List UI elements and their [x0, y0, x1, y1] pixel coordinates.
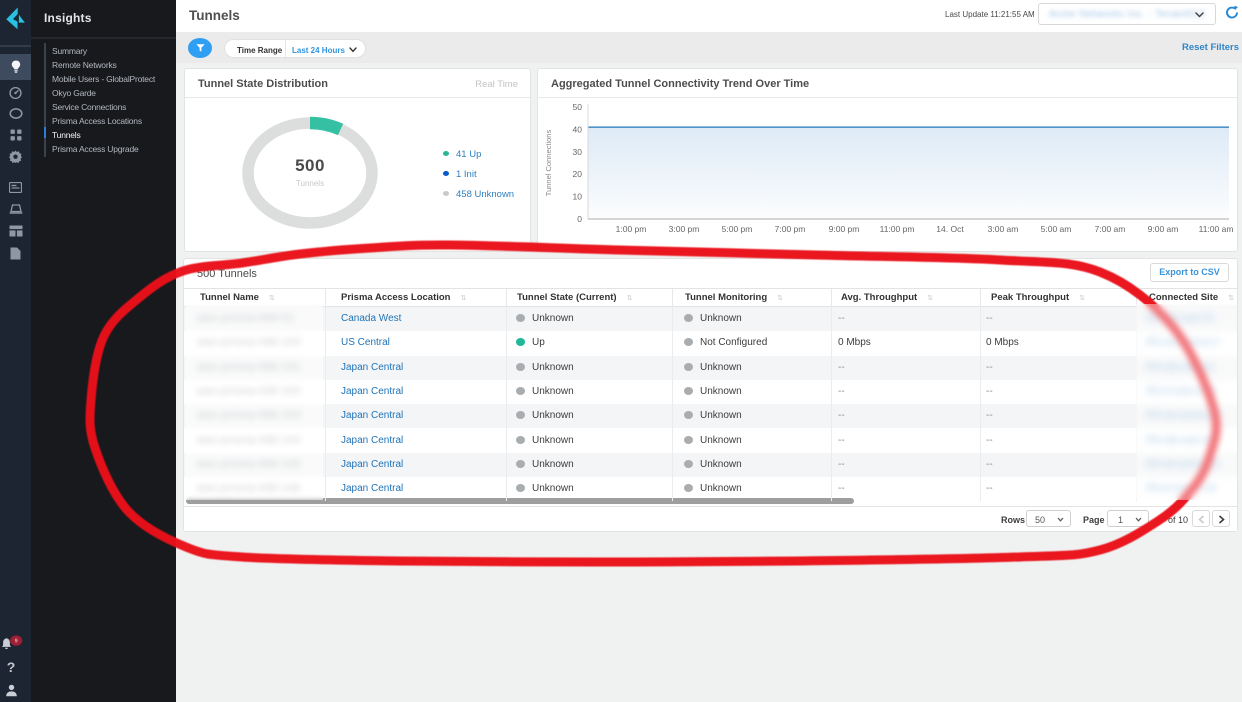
svg-text:11:00 am: 11:00 am [1199, 224, 1234, 234]
svg-text:20: 20 [573, 169, 583, 179]
svg-text:3:00 pm: 3:00 pm [669, 224, 700, 234]
svg-text:9: 9 [15, 639, 18, 645]
svg-text:7:00 pm: 7:00 pm [775, 224, 806, 234]
svg-text:40: 40 [573, 124, 583, 134]
svg-text:11:00 pm: 11:00 pm [880, 224, 915, 234]
svg-text:9:00 pm: 9:00 pm [829, 224, 860, 234]
svg-text:50: 50 [573, 102, 583, 112]
svg-text:30: 30 [573, 147, 583, 157]
svg-text:3:00 am: 3:00 am [988, 224, 1019, 234]
svg-text:0: 0 [577, 214, 582, 224]
svg-text:1:00 pm: 1:00 pm [616, 224, 647, 234]
svg-text:5:00 pm: 5:00 pm [722, 224, 753, 234]
svg-text:7:00 am: 7:00 am [1095, 224, 1126, 234]
svg-text:9:00 am: 9:00 am [1148, 224, 1179, 234]
svg-text:5:00 am: 5:00 am [1041, 224, 1072, 234]
svg-text:14. Oct: 14. Oct [936, 224, 964, 234]
svg-text:Tunnel Connections: Tunnel Connections [544, 130, 553, 197]
svg-text:10: 10 [573, 192, 583, 202]
